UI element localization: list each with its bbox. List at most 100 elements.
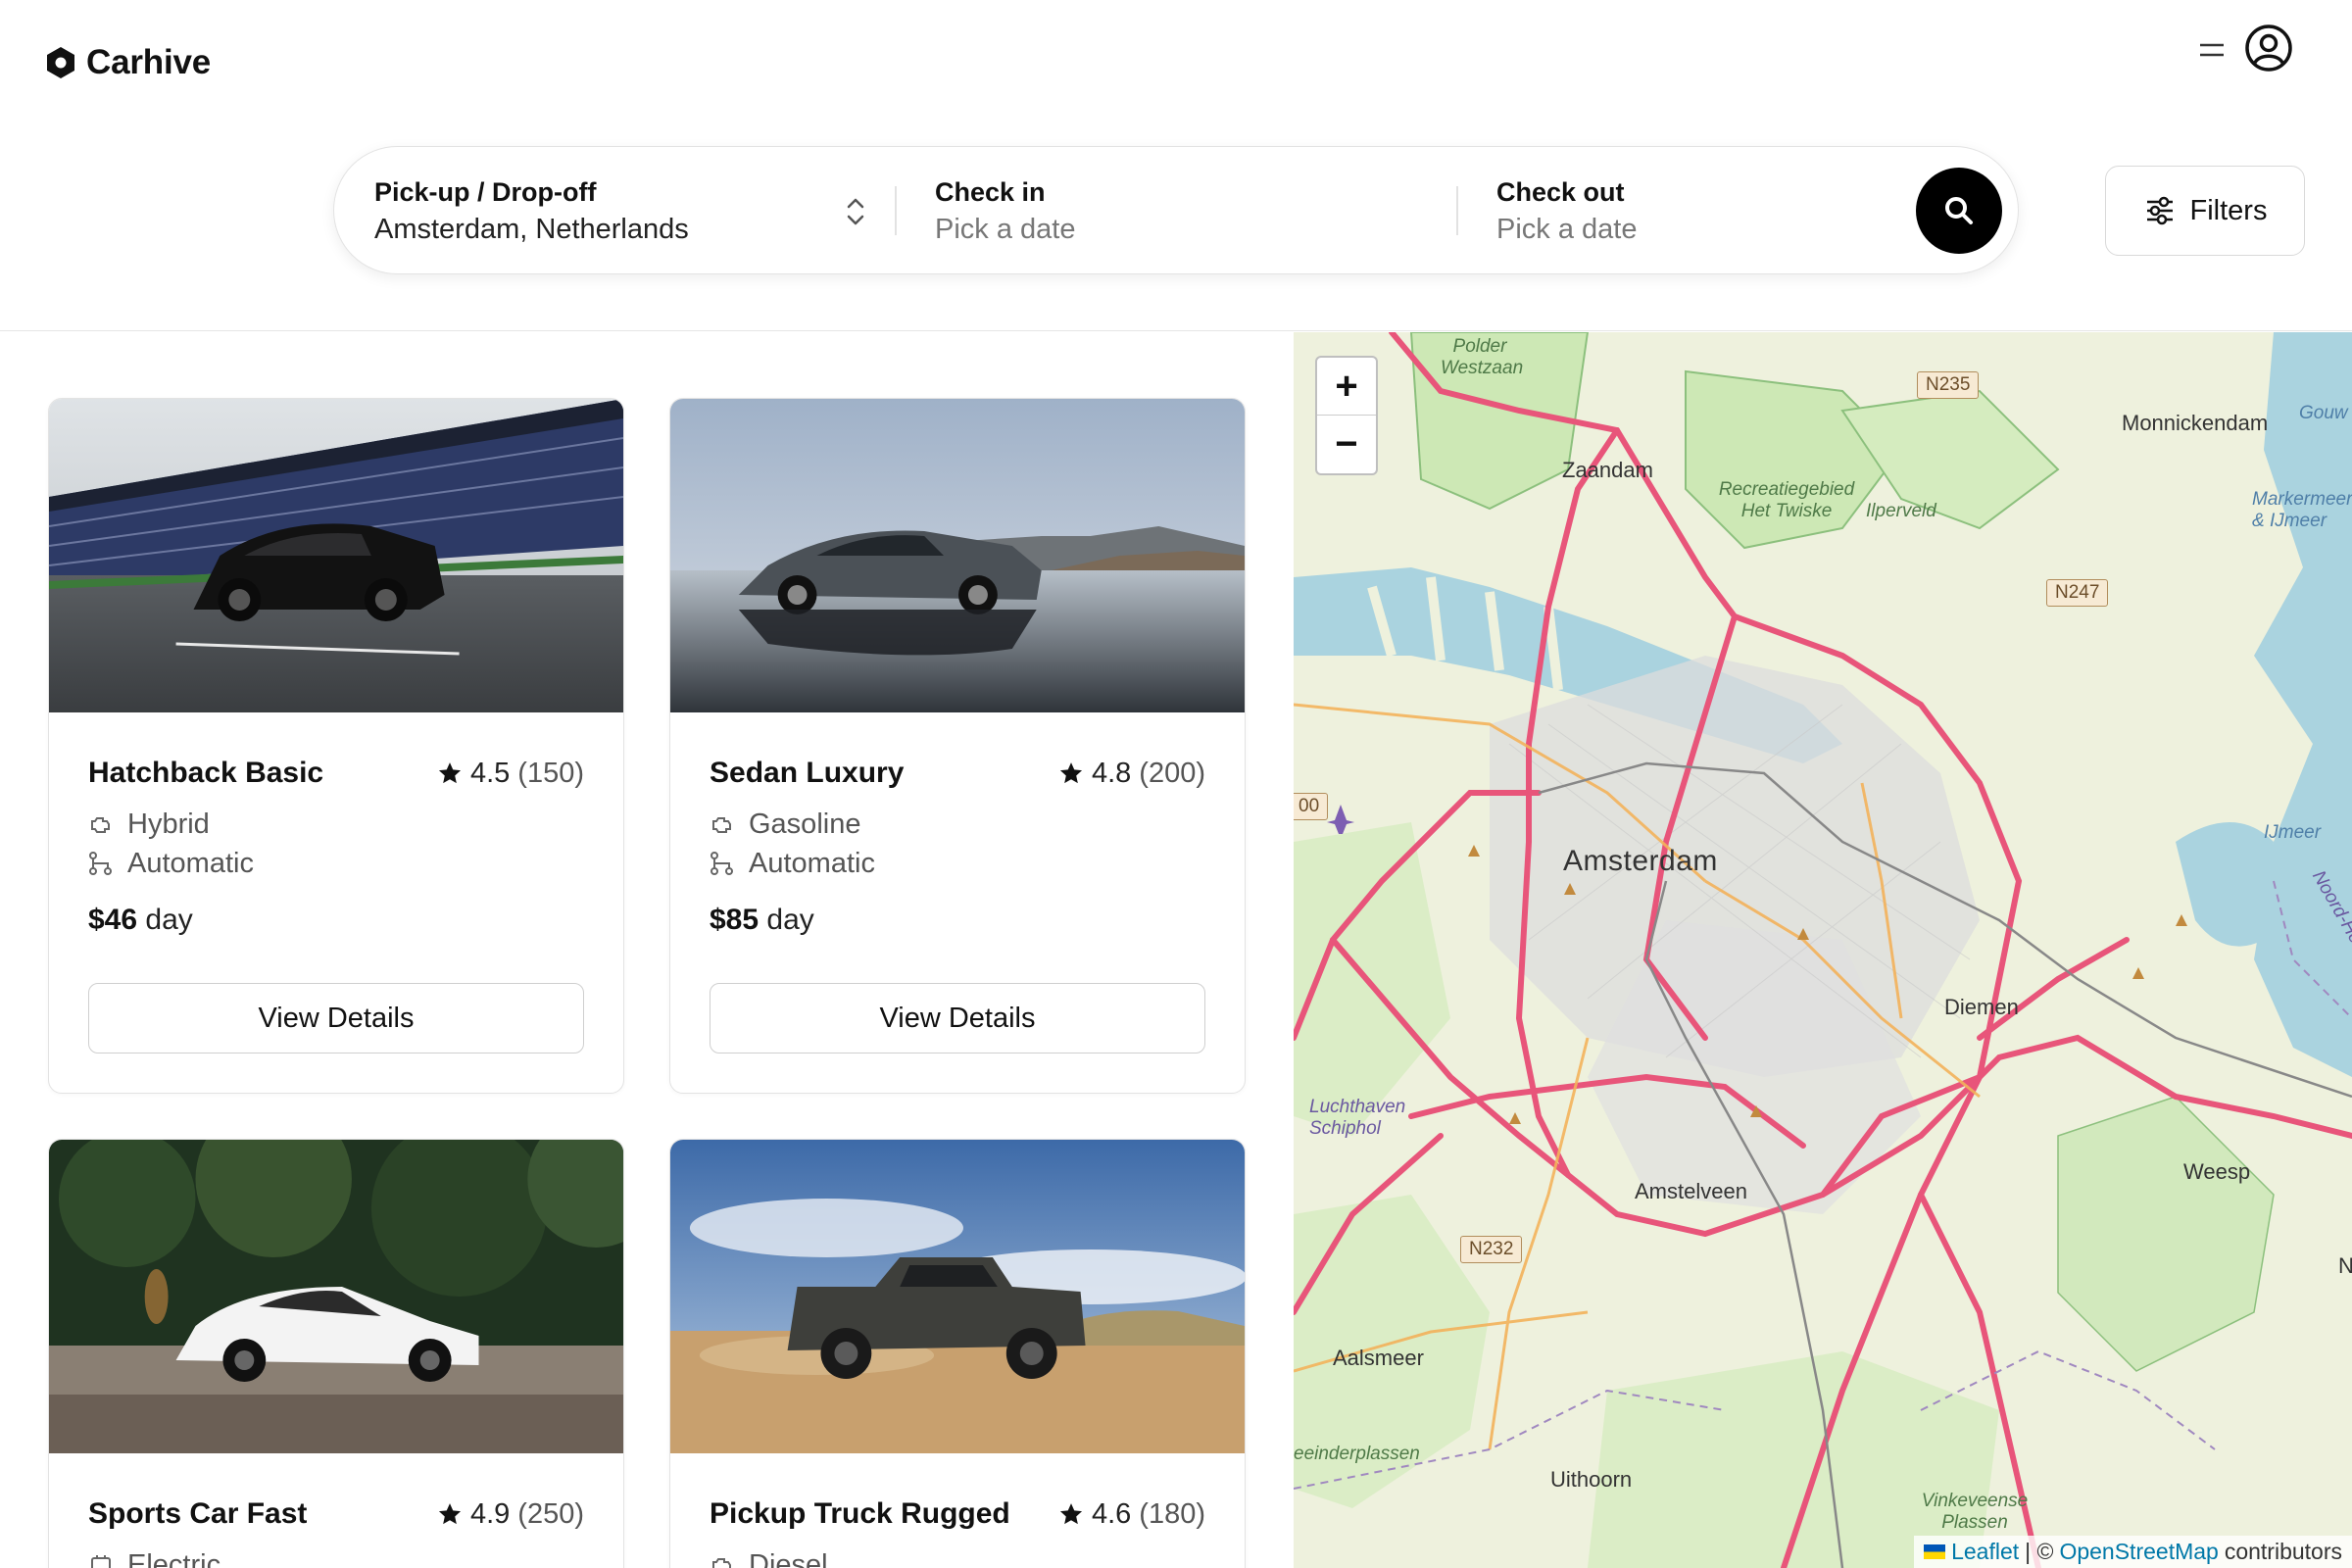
car-photo[interactable] [49, 1140, 623, 1453]
header: Carhive Pick-up / Drop-off Amsterdam, Ne… [0, 0, 2352, 331]
map-label-water: IJmeer [2264, 822, 2322, 843]
car-card: Sports Car Fast 4.9 (250) Electric [48, 1139, 624, 1568]
engine-icon [91, 817, 110, 833]
map-label-water: Gouw [2299, 403, 2348, 423]
transmission-spec: Automatic [710, 844, 1205, 883]
transmission-spec: Automatic [88, 844, 584, 883]
star-icon [438, 1503, 462, 1525]
user-account-icon[interactable] [2244, 24, 2293, 73]
gearshift-icon [710, 852, 733, 875]
rating-value: 4.6 [1091, 1498, 1132, 1530]
car-card: Pickup Truck Rugged 4.6 (180) Diesel [669, 1139, 1246, 1568]
star-icon [1059, 1503, 1083, 1525]
transmission-type: Automatic [749, 848, 875, 879]
map-label-town: Amstelveen [1635, 1179, 1747, 1203]
map-label-town: Weesp [2183, 1159, 2251, 1184]
price: $85 day [710, 901, 1205, 940]
price-amount: $46 [88, 904, 138, 936]
gearshift-icon [89, 852, 112, 875]
road-badge: 00 [1294, 793, 1329, 820]
search-divider [895, 186, 897, 235]
logo[interactable]: Carhive [45, 43, 211, 82]
zoom-in-button[interactable]: + [1317, 358, 1376, 416]
map-label-park: Vinkeveense Plassen [1921, 1491, 2029, 1533]
checkout-field[interactable]: Check out Pick a date [1496, 174, 1637, 249]
price-amount: $85 [710, 904, 760, 936]
star-icon [438, 762, 462, 784]
attribution-contributors: contributors [2224, 1539, 2342, 1564]
rating: 4.9 (250) [437, 1494, 584, 1534]
view-details-button[interactable]: View Details [88, 983, 584, 1054]
fuel-spec: Electric [88, 1545, 584, 1568]
fuel-type: Gasoline [749, 808, 861, 840]
review-count: (200) [1139, 758, 1205, 789]
price: $46 day [88, 901, 584, 940]
fuel-spec: Diesel [710, 1545, 1205, 1568]
checkin-label: Check in [935, 177, 1046, 207]
osm-link[interactable]: OpenStreetMap [2059, 1539, 2218, 1565]
location-field[interactable]: Pick-up / Drop-off Amsterdam, Netherland… [374, 174, 689, 249]
road-badge: N235 [1917, 371, 1980, 399]
map-attribution: Leaflet | © OpenStreetMap contributors [1914, 1536, 2352, 1568]
hexagon-logo-icon [47, 47, 74, 78]
checkin-date-input[interactable]: Pick a date [935, 210, 1075, 249]
rating-value: 4.8 [1091, 758, 1132, 789]
attribution-separator: | © [2025, 1539, 2054, 1564]
road-badge: N232 [1460, 1236, 1523, 1263]
map-label-edge: N [2338, 1253, 2352, 1278]
zoom-out-button[interactable]: − [1317, 416, 1376, 473]
location-value[interactable]: Amsterdam, Netherlands [374, 210, 689, 249]
map-label-park: Polder Westzaan [1441, 336, 1524, 378]
checkout-date-input[interactable]: Pick a date [1496, 210, 1637, 249]
battery-icon [91, 1555, 111, 1568]
fuel-spec: Hybrid [88, 805, 584, 844]
price-unit: day [766, 904, 814, 936]
rating: 4.5 (150) [437, 754, 584, 793]
map-label-town: Zaandam [1562, 458, 1653, 482]
zoom-control: + − [1315, 356, 1378, 475]
map-label-water: Markermeer & IJmeer [2252, 489, 2352, 531]
search-divider [1456, 186, 1458, 235]
menu-icon[interactable] [2197, 39, 2227, 61]
review-count: (250) [517, 1498, 584, 1530]
price-unit: day [145, 904, 193, 936]
map-label-park: Ilperveld [1866, 501, 1936, 521]
leaflet-link[interactable]: Leaflet [1951, 1539, 2019, 1565]
map-label-park: Recreatiegebied Het Twiske [1718, 479, 1855, 521]
car-card: Hatchback Basic 4.5 (150) Hybrid Automat… [48, 398, 624, 1094]
car-photo[interactable] [670, 1140, 1245, 1453]
car-card: Sedan Luxury 4.8 (200) Gasoline Automati… [669, 398, 1246, 1094]
car-photo[interactable] [49, 399, 623, 712]
review-count: (180) [1139, 1498, 1205, 1530]
checkout-label: Check out [1496, 177, 1625, 207]
map-label-town: Monnickendam [2122, 411, 2269, 435]
rating-value: 4.5 [469, 758, 511, 789]
chevron-up-down-icon[interactable] [844, 194, 867, 229]
star-icon [1059, 762, 1083, 784]
search-button[interactable] [1916, 168, 2002, 254]
filters-label: Filters [2189, 194, 2268, 226]
map-label-airport: Luchthaven Schiphol [1309, 1097, 1406, 1139]
map-label-city: Amsterdam [1563, 845, 1718, 877]
engine-icon [712, 1558, 731, 1568]
map-label-town: Aalsmeer [1333, 1346, 1424, 1370]
car-listings: Hatchback Basic 4.5 (150) Hybrid Automat… [0, 332, 1294, 1568]
filters-button[interactable]: Filters [2105, 166, 2305, 256]
location-label: Pick-up / Drop-off [374, 177, 597, 207]
fuel-type: Electric [127, 1549, 221, 1568]
map[interactable]: Amsterdam Zaandam Monnickendam Diemen Am… [1294, 332, 2352, 1568]
rating: 4.6 (180) [1058, 1494, 1205, 1534]
transmission-type: Automatic [127, 848, 254, 879]
map-label-town: Uithoorn [1550, 1467, 1633, 1492]
engine-icon [712, 817, 731, 833]
rating: 4.8 (200) [1058, 754, 1205, 793]
sliders-icon [2146, 196, 2173, 225]
ukraine-flag-icon [1924, 1544, 1946, 1559]
checkin-field[interactable]: Check in Pick a date [935, 174, 1075, 249]
view-details-button[interactable]: View Details [710, 983, 1205, 1054]
fuel-type: Hybrid [127, 808, 210, 840]
map-label-park: eeinderplassen [1294, 1444, 1420, 1464]
map-label-town: Diemen [1944, 995, 2019, 1019]
review-count: (150) [517, 758, 584, 789]
car-photo[interactable] [670, 399, 1245, 712]
